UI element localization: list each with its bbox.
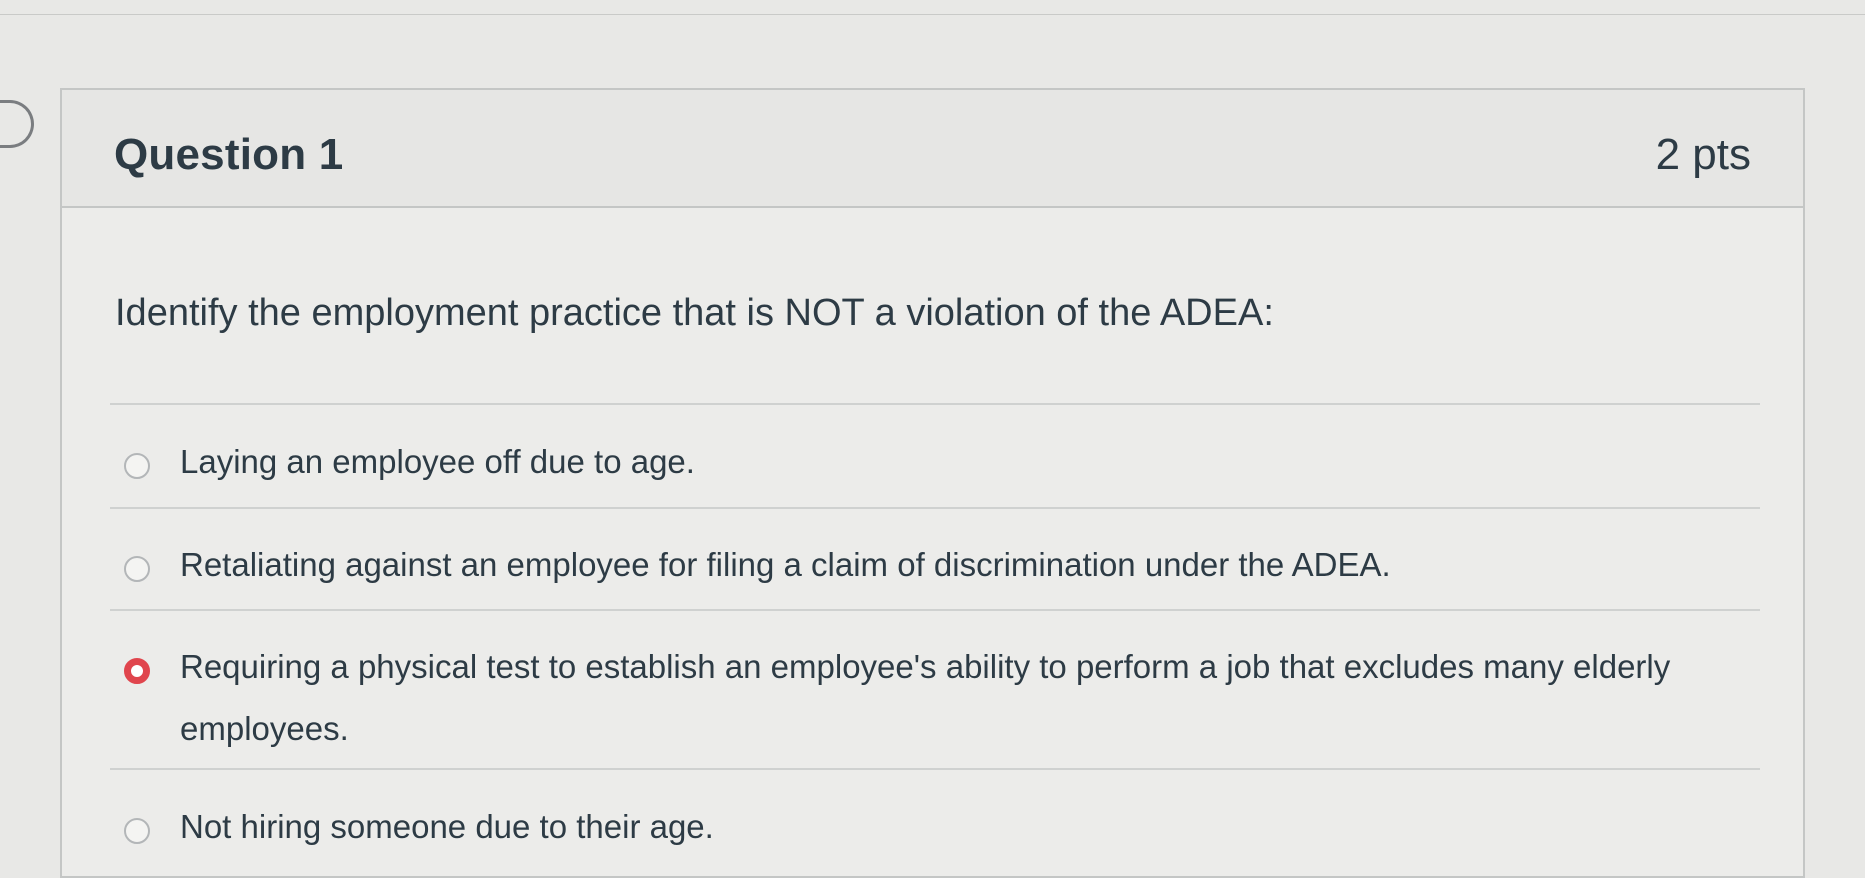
answer-option-4[interactable]: Not hiring someone due to their age. xyxy=(124,808,1744,858)
answer-label: Retaliating against an employee for fili… xyxy=(180,546,1391,583)
question-points: 2 pts xyxy=(1655,130,1751,179)
bookmark-flag-icon[interactable] xyxy=(0,100,34,148)
page-top-rule xyxy=(0,14,1865,15)
question-header: Question 1 2 pts xyxy=(62,90,1803,208)
question-title: Question 1 xyxy=(114,130,344,179)
divider xyxy=(110,403,1760,405)
answer-option-1[interactable]: Laying an employee off due to age. xyxy=(124,443,1744,493)
divider xyxy=(110,768,1760,770)
answer-option-2[interactable]: Retaliating against an employee for fili… xyxy=(124,546,1744,596)
divider xyxy=(110,609,1760,611)
radio-button[interactable] xyxy=(124,556,150,582)
radio-button-selected[interactable] xyxy=(124,658,150,684)
divider xyxy=(110,507,1760,509)
answer-label: Laying an employee off due to age. xyxy=(180,443,695,480)
radio-button[interactable] xyxy=(124,818,150,844)
answer-label: Requiring a physical test to establish a… xyxy=(180,648,1671,747)
answer-option-3[interactable]: Requiring a physical test to establish a… xyxy=(124,648,1744,760)
radio-button[interactable] xyxy=(124,453,150,479)
question-text: Identify the employment practice that is… xyxy=(115,292,1274,334)
answer-label: Not hiring someone due to their age. xyxy=(180,808,714,845)
